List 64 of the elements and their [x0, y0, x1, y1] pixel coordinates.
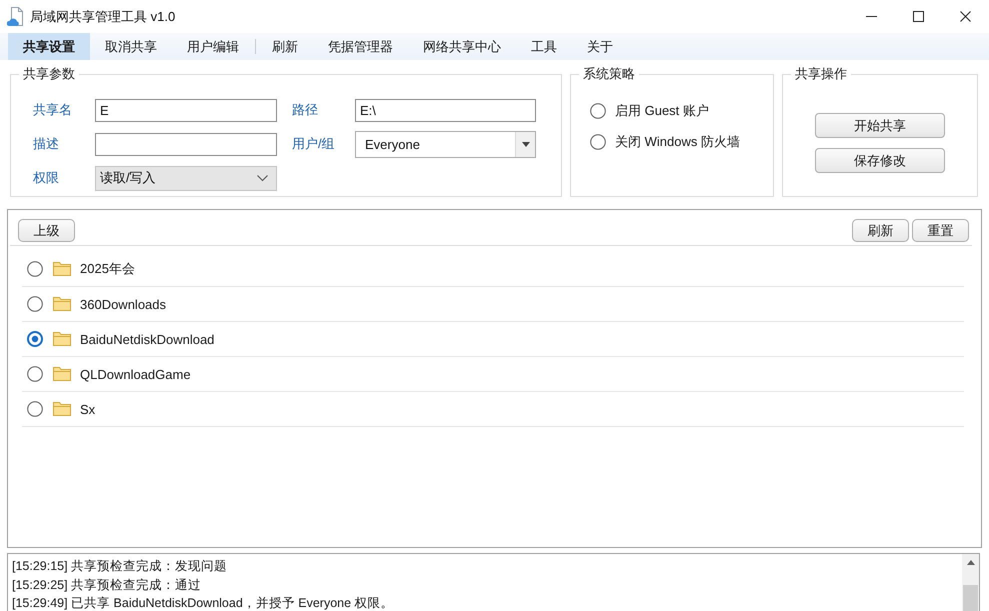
dropdown-field[interactable]: 读取/写入 [95, 166, 277, 190]
field-label: 用户/组 [291, 135, 336, 153]
caret-up-icon [966, 560, 974, 565]
radio-button[interactable] [27, 331, 43, 347]
chevron-down-icon [257, 174, 268, 182]
maximize-icon [913, 11, 924, 22]
folder-icon [53, 262, 71, 276]
folder-icon [53, 402, 71, 416]
field-label: 描述 [33, 135, 60, 153]
radio-button[interactable] [27, 296, 43, 312]
toolbar-button[interactable]: 上级 [18, 219, 75, 242]
folder-icon [53, 297, 71, 311]
field-label: 路径 [291, 101, 319, 119]
action-button[interactable]: 开始共享 [815, 113, 945, 138]
action-button[interactable]: 保存修改 [815, 148, 945, 173]
log-line: [15:29:25] 共享预检查完成：通过 [12, 576, 202, 594]
scrollbar-track[interactable] [962, 554, 979, 611]
menu-tab[interactable]: 共享设置 [8, 33, 90, 60]
folder-row[interactable]: 2025年会 [22, 252, 964, 287]
minimize-icon [866, 16, 877, 17]
radio-button[interactable] [27, 366, 43, 382]
menu-tab[interactable]: 工具 [516, 33, 572, 60]
folder-icon [53, 332, 71, 346]
folder-row[interactable]: Sx [22, 392, 964, 427]
caret-down-icon [522, 142, 530, 146]
log-line: [15:29:49] 已共享 BaiduNetdiskDownload，并授予 Everyone 权限。 [12, 595, 395, 611]
close-icon [960, 11, 971, 22]
group-title: 共享操作 [794, 65, 848, 83]
radio-button[interactable] [27, 401, 43, 417]
group-title: 共享参数 [22, 65, 76, 83]
menu-tab[interactable]: 网络共享中心 [408, 33, 516, 60]
input-field[interactable]: E [95, 98, 277, 122]
field-label: 共享名 [33, 101, 73, 119]
toolbar-button[interactable]: 重置 [912, 219, 969, 242]
menu-tab[interactable]: 凭据管理器 [313, 33, 408, 60]
combo-box[interactable]: Everyone [355, 130, 536, 158]
window-title: 局域网共享管理工具 v1.0 [30, 8, 176, 26]
option-label[interactable]: 关闭 Windows 防火墙 [615, 132, 740, 150]
group-title: 系统策略 [582, 65, 636, 83]
folder-name: BaiduNetdiskDownload [80, 332, 214, 346]
menu-tab[interactable]: 用户编辑 [172, 33, 254, 60]
menu-tab[interactable]: 关于 [572, 33, 628, 60]
radio-button[interactable] [590, 134, 606, 150]
log-line: [15:29:15] 共享预检查完成：发现问题 [12, 558, 228, 575]
radio-button[interactable] [590, 102, 606, 118]
toolbar-button[interactable]: 刷新 [852, 219, 909, 242]
folder-row[interactable]: QLDownloadGame [22, 357, 964, 392]
option-label[interactable]: 启用 Guest 账户 [615, 102, 709, 120]
menu-tab[interactable]: 刷新 [257, 33, 313, 60]
field-label: 权限 [33, 169, 60, 187]
radio-button[interactable] [27, 261, 43, 277]
input-field[interactable] [95, 132, 277, 156]
scrollbar-thumb[interactable] [963, 585, 978, 611]
folder-icon [53, 367, 71, 381]
app-icon [7, 7, 24, 26]
folder-row[interactable]: 360Downloads [22, 287, 964, 322]
input-field[interactable]: E:\ [355, 98, 536, 122]
folder-name: 2025年会 [80, 260, 135, 278]
folder-name: QLDownloadGame [80, 366, 191, 382]
menu-tab[interactable]: 取消共享 [90, 33, 172, 60]
folder-row[interactable]: BaiduNetdiskDownload [22, 322, 964, 357]
folder-name: Sx [80, 402, 96, 416]
folder-name: 360Downloads [80, 296, 166, 312]
dropdown-button[interactable] [515, 132, 535, 156]
